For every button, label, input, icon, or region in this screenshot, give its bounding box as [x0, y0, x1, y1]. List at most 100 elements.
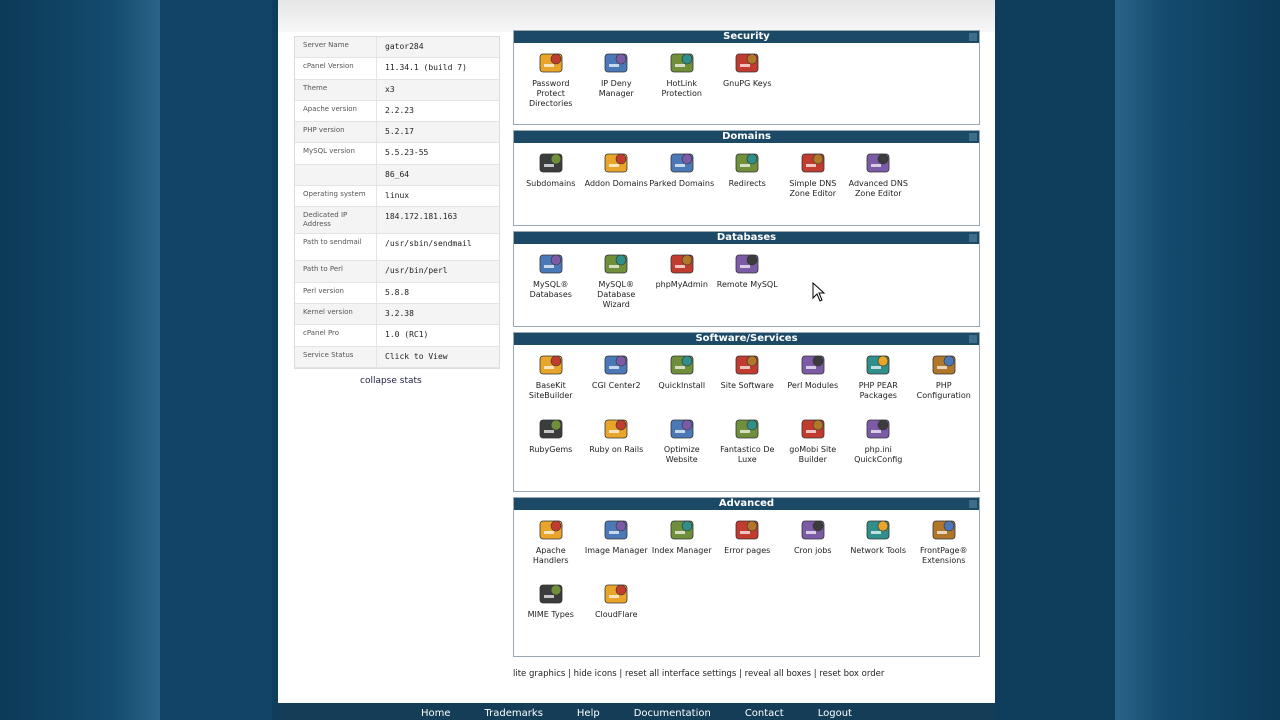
icon-link-php[interactable]: PHP PEAR Packages	[846, 351, 912, 415]
basekit-icon[interactable]	[536, 351, 566, 379]
icon-link-addon-domains[interactable]: Addon Domains	[584, 149, 650, 213]
image-manager-icon[interactable]	[601, 516, 631, 544]
cgi-icon[interactable]	[601, 351, 631, 379]
php-config-icon[interactable]	[929, 351, 959, 379]
nav-link-help[interactable]: Help	[577, 708, 600, 720]
collapse-icon[interactable]	[969, 500, 977, 508]
icon-link-gomobi[interactable]: goMobi Site Builder	[780, 415, 846, 479]
interface-options-links[interactable]: lite graphics | hide icons | reset all i…	[513, 668, 973, 680]
icon-link-mysql[interactable]: MySQL® Databases	[518, 250, 584, 314]
icon-label[interactable]: Site Software	[715, 381, 781, 391]
icon-label[interactable]: HotLink Protection	[649, 79, 715, 99]
phpini-icon[interactable]	[863, 415, 893, 443]
icon-link-key[interactable]: GnuPG Keys	[715, 49, 781, 113]
frontpage-icon[interactable]	[929, 516, 959, 544]
icon-link-rubygems[interactable]: RubyGems	[518, 415, 584, 479]
redirects-icon[interactable]	[732, 149, 762, 177]
databases-header[interactable]: Databases	[514, 232, 979, 244]
icon-link-redirects[interactable]: Redirects	[715, 149, 781, 213]
icon-link-cron[interactable]: Cron jobs	[780, 516, 846, 580]
software-header[interactable]: Software/Services	[514, 333, 979, 345]
site-software-icon[interactable]	[732, 351, 762, 379]
icon-label[interactable]: PHP PEAR Packages	[846, 381, 912, 401]
nav-link-home[interactable]: Home	[421, 708, 451, 720]
icon-label[interactable]: IP Deny Manager	[584, 79, 650, 99]
icon-label[interactable]: MIME Types	[518, 610, 584, 620]
icon-link-fantastico[interactable]: Fantastico De Luxe	[715, 415, 781, 479]
icon-label[interactable]: Addon Domains	[584, 179, 650, 189]
nav-link-documentation[interactable]: Documentation	[634, 708, 711, 720]
icon-link-remote-mysql[interactable]: Remote MySQL	[715, 250, 781, 314]
dns-icon[interactable]	[798, 149, 828, 177]
icon-link-ip-deny[interactable]: IP Deny Manager	[584, 49, 650, 113]
icon-label[interactable]: goMobi Site Builder	[780, 445, 846, 465]
security-header[interactable]: Security	[514, 31, 979, 43]
collapse-icon[interactable]	[969, 234, 977, 242]
collapse-icon[interactable]	[969, 335, 977, 343]
icon-link-image-manager[interactable]: Image Manager	[584, 516, 650, 580]
icon-label[interactable]: MySQL® Database Wizard	[584, 280, 650, 310]
icon-link-apache[interactable]: Apache Handlers	[518, 516, 584, 580]
icon-label[interactable]: Error pages	[715, 546, 781, 556]
icon-link-dns[interactable]: Simple DNS Zone Editor	[780, 149, 846, 213]
cloudflare-icon[interactable]	[601, 580, 631, 608]
icon-label[interactable]: PHP Configuration	[911, 381, 977, 401]
parked-domains-icon[interactable]	[667, 149, 697, 177]
error-pages-icon[interactable]	[732, 516, 762, 544]
dns-advanced-icon[interactable]	[863, 149, 893, 177]
collapse-icon[interactable]	[969, 33, 977, 41]
icon-link-php-config[interactable]: PHP Configuration	[911, 351, 977, 415]
subdomains-icon[interactable]	[536, 149, 566, 177]
mysql-wizard-icon[interactable]	[601, 250, 631, 278]
icon-link-mysql-wizard[interactable]: MySQL® Database Wizard	[584, 250, 650, 314]
icon-link-folder-lock[interactable]: Password Protect Directories	[518, 49, 584, 113]
icon-link-index-manager[interactable]: Index Manager	[649, 516, 715, 580]
icon-label[interactable]: GnuPG Keys	[715, 79, 781, 89]
icon-link-cloudflare[interactable]: CloudFlare	[584, 580, 650, 644]
folder-lock-icon[interactable]	[536, 49, 566, 77]
icon-label[interactable]: Apache Handlers	[518, 546, 584, 566]
perl-icon[interactable]	[798, 351, 828, 379]
domains-header[interactable]: Domains	[514, 131, 979, 143]
icon-label[interactable]: Parked Domains	[649, 179, 715, 189]
rubygems-icon[interactable]	[536, 415, 566, 443]
optimize-icon[interactable]	[667, 415, 697, 443]
icon-link-rails[interactable]: Ruby on Rails	[584, 415, 650, 479]
icon-label[interactable]: Fantastico De Luxe	[715, 445, 781, 465]
icon-label[interactable]: Network Tools	[846, 546, 912, 556]
hotlink-icon[interactable]	[667, 49, 697, 77]
icon-label[interactable]: Advanced DNS Zone Editor	[846, 179, 912, 199]
icon-label[interactable]: CloudFlare	[584, 610, 650, 620]
quickinstall-icon[interactable]	[667, 351, 697, 379]
icon-link-basekit[interactable]: BaseKit SiteBuilder	[518, 351, 584, 415]
icon-label[interactable]: BaseKit SiteBuilder	[518, 381, 584, 401]
icon-link-cgi[interactable]: CGI Center2	[584, 351, 650, 415]
icon-label[interactable]: Index Manager	[649, 546, 715, 556]
collapse-icon[interactable]	[969, 133, 977, 141]
collapse-stats-link[interactable]: collapse stats	[360, 376, 422, 386]
icon-link-subdomains[interactable]: Subdomains	[518, 149, 584, 213]
cron-icon[interactable]	[798, 516, 828, 544]
fantastico-icon[interactable]	[732, 415, 762, 443]
icon-label[interactable]: Redirects	[715, 179, 781, 189]
icon-link-perl[interactable]: Perl Modules	[780, 351, 846, 415]
php-icon[interactable]	[863, 351, 893, 379]
apache-icon[interactable]	[536, 516, 566, 544]
icon-label[interactable]: Password Protect Directories	[518, 79, 584, 109]
icon-label[interactable]: RubyGems	[518, 445, 584, 455]
icon-label[interactable]: Perl Modules	[780, 381, 846, 391]
icon-link-mime[interactable]: MIME Types	[518, 580, 584, 644]
stat-value[interactable]: Click to View	[377, 347, 499, 367]
icon-link-quickinstall[interactable]: QuickInstall	[649, 351, 715, 415]
icon-label[interactable]: Subdomains	[518, 179, 584, 189]
icon-link-network-tools[interactable]: Network Tools	[846, 516, 912, 580]
icon-link-phpmyadmin[interactable]: phpMyAdmin	[649, 250, 715, 314]
nav-link-logout[interactable]: Logout	[818, 708, 852, 720]
nav-link-contact[interactable]: Contact	[745, 708, 784, 720]
index-manager-icon[interactable]	[667, 516, 697, 544]
icon-label[interactable]: Remote MySQL	[715, 280, 781, 290]
mime-icon[interactable]	[536, 580, 566, 608]
phpmyadmin-icon[interactable]	[667, 250, 697, 278]
icon-label[interactable]: Cron jobs	[780, 546, 846, 556]
icon-label[interactable]: php.ini QuickConfig	[846, 445, 912, 465]
